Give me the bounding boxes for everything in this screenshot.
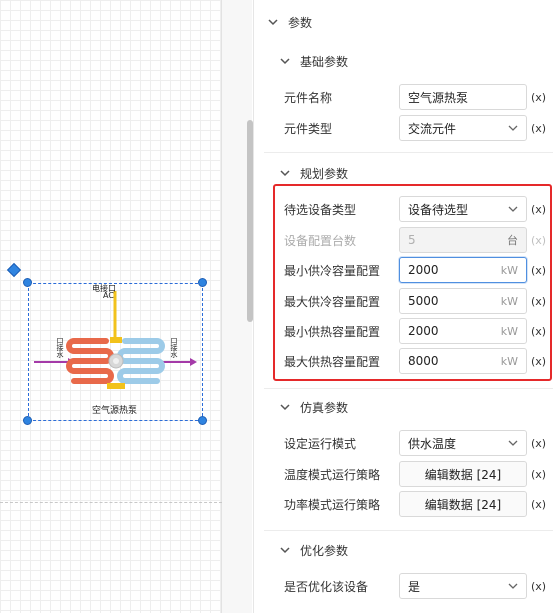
diagram-canvas[interactable]: 电接口 AC 口接水 口接水 空气源热泵 [0, 0, 222, 613]
row-device-count: 设备配置台数 5 台 (x) [254, 227, 553, 253]
temp-strategy-edit-button[interactable]: 编辑数据 [24] [399, 461, 527, 487]
row-temp-strategy: 温度模式运行策略 编辑数据 [24] (x) [254, 461, 553, 487]
row-run-mode: 设定运行模式 供水温度 (x) [254, 430, 553, 456]
max-heating-input[interactable]: 8000 kW [399, 348, 527, 374]
label-run-mode: 设定运行模式 [284, 436, 357, 451]
expression-toggle[interactable]: (x) [531, 122, 546, 135]
select-chevron-icon [508, 440, 518, 446]
expression-toggle[interactable]: (x) [531, 498, 546, 511]
min-heating-input[interactable]: 2000 kW [399, 318, 527, 344]
section-divider [264, 388, 553, 389]
device-count-input: 5 台 [399, 227, 527, 253]
expression-toggle[interactable]: (x) [531, 91, 546, 104]
section-planning[interactable]: 规划参数 [266, 161, 553, 185]
chevron-down-icon [280, 404, 290, 411]
label-min-heating: 最小供热容量配置 [284, 324, 381, 339]
row-candidate-type: 待选设备类型 设备待选型 (x) [254, 196, 553, 222]
row-optimize-device: 是否优化该设备 是 (x) [254, 573, 553, 599]
power-strategy-edit-button[interactable]: 编辑数据 [24] [399, 491, 527, 517]
run-mode-select[interactable]: 供水温度 [399, 430, 527, 456]
candidate-type-select[interactable]: 设备待选型 [399, 196, 527, 222]
row-max-heating: 最大供热容量配置 8000 kW (x) [254, 348, 553, 374]
section-root-title: 参数 [288, 15, 313, 30]
row-min-heating: 最小供热容量配置 2000 kW (x) [254, 318, 553, 344]
label-component-type: 元件类型 [284, 121, 333, 136]
chevron-down-icon [268, 19, 278, 26]
label-candidate-type: 待选设备类型 [284, 202, 357, 217]
properties-panel: 参数 基础参数 元件名称 空气源热泵 (x) 元件类型 交流元件 (x) 规划参… [253, 0, 553, 613]
row-component-name: 元件名称 空气源热泵 (x) [254, 84, 553, 110]
select-chevron-icon [508, 125, 518, 131]
expression-toggle[interactable]: (x) [531, 203, 546, 216]
row-component-type: 元件类型 交流元件 (x) [254, 115, 553, 141]
section-simulation-title: 仿真参数 [300, 400, 349, 415]
select-chevron-icon [508, 583, 518, 589]
max-cooling-input[interactable]: 5000 kW [399, 288, 527, 314]
water-out-port-label: 口接水 [170, 337, 178, 358]
chevron-down-icon [280, 58, 290, 65]
label-max-cooling: 最大供冷容量配置 [284, 294, 381, 309]
expression-toggle[interactable]: (x) [531, 468, 546, 481]
label-component-name: 元件名称 [284, 90, 333, 105]
section-basic[interactable]: 基础参数 [266, 49, 553, 73]
row-min-cooling: 最小供冷容量配置 2000 kW (x) [254, 257, 553, 283]
optimize-device-select[interactable]: 是 [399, 573, 527, 599]
section-optimization-title: 优化参数 [300, 543, 349, 558]
expression-toggle[interactable]: (x) [531, 295, 546, 308]
section-divider [264, 152, 553, 153]
expression-toggle[interactable]: (x) [531, 264, 546, 277]
label-min-cooling: 最小供冷容量配置 [284, 263, 381, 278]
section-divider [264, 530, 553, 531]
min-cooling-input[interactable]: 2000 kW [399, 257, 527, 283]
label-temp-strategy: 温度模式运行策略 [284, 467, 381, 482]
page-break-line [0, 502, 222, 503]
expression-toggle[interactable]: (x) [531, 325, 546, 338]
section-planning-title: 规划参数 [300, 166, 349, 181]
row-power-strategy: 功率模式运行策略 编辑数据 [24] (x) [254, 491, 553, 517]
label-power-strategy: 功率模式运行策略 [284, 497, 381, 512]
row-max-cooling: 最大供冷容量配置 5000 kW (x) [254, 288, 553, 314]
section-simulation[interactable]: 仿真参数 [266, 395, 553, 419]
component-type-select[interactable]: 交流元件 [399, 115, 527, 141]
expression-toggle[interactable]: (x) [531, 437, 546, 450]
label-device-count: 设备配置台数 [284, 233, 357, 248]
rotate-handle[interactable] [6, 262, 22, 278]
component-name-input[interactable]: 空气源热泵 [399, 84, 527, 110]
chevron-down-icon [280, 170, 290, 177]
section-basic-title: 基础参数 [300, 54, 349, 69]
section-root[interactable]: 参数 [254, 10, 553, 34]
expression-toggle: (x) [531, 233, 547, 247]
select-chevron-icon [508, 206, 518, 212]
section-optimization[interactable]: 优化参数 [266, 538, 553, 562]
device-name-label: 空气源热泵 [92, 406, 138, 416]
expression-toggle[interactable]: (x) [531, 580, 546, 593]
label-max-heating: 最大供热容量配置 [284, 354, 381, 369]
water-in-port-label: 口接水 [56, 337, 64, 358]
expression-toggle[interactable]: (x) [531, 355, 546, 368]
power-port-sublabel: AC [103, 291, 114, 300]
chevron-down-icon [280, 547, 290, 554]
label-optimize-device: 是否优化该设备 [284, 579, 369, 594]
